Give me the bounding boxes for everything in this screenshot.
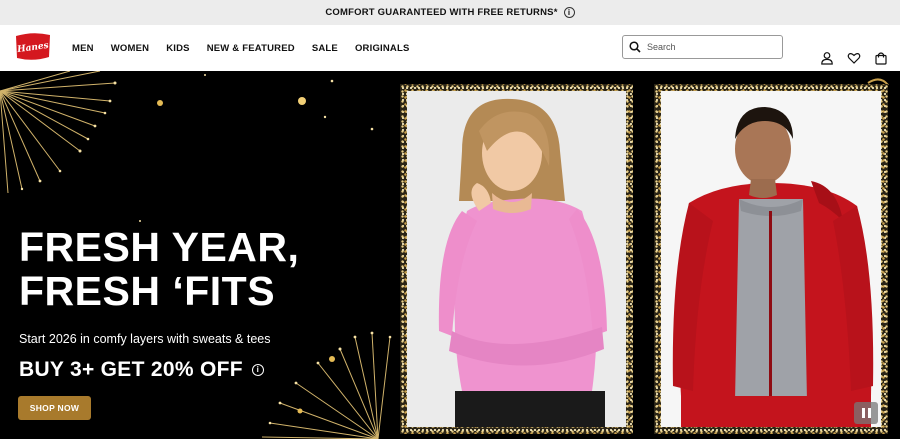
- hero-title-line1: FRESH YEAR,: [19, 224, 300, 270]
- model-photo-pink-sweatshirt: [407, 91, 626, 427]
- nav-sale[interactable]: SALE: [312, 43, 338, 54]
- product-photo-frame-men[interactable]: [654, 84, 888, 434]
- offer-info-icon[interactable]: i: [251, 364, 264, 376]
- main-nav: MEN WOMEN KIDS NEW & FEATURED SALE ORIGI…: [72, 25, 410, 71]
- cart-bag-icon[interactable]: [874, 51, 888, 65]
- hanes-logo[interactable]: Hanes: [13, 31, 53, 62]
- hero-title-line2: FRESH ‘FITS: [19, 268, 276, 314]
- promo-text: COMFORT GUARANTEED WITH FREE RETURNS*: [325, 7, 558, 18]
- model-red-hoodie-image: [661, 91, 881, 427]
- hero-banner[interactable]: FRESH YEAR, FRESH ‘FITS Start 2026 in co…: [0, 71, 900, 439]
- pause-icon-bar: [867, 408, 871, 418]
- hero-subtitle: Start 2026 in comfy layers with sweats &…: [19, 332, 271, 346]
- product-photo-frame-women[interactable]: [400, 84, 633, 434]
- hero-offer: BUY 3+ GET 20% OFF i: [19, 358, 264, 382]
- site-header: Hanes MEN WOMEN KIDS NEW & FEATURED SALE…: [0, 25, 900, 71]
- search-box[interactable]: [622, 35, 783, 59]
- nav-new-featured[interactable]: NEW & FEATURED: [207, 43, 295, 54]
- search-input[interactable]: [647, 42, 767, 52]
- model-photo-red-hoodie: [661, 91, 881, 427]
- nav-women[interactable]: WOMEN: [111, 43, 149, 54]
- search-icon: [629, 41, 641, 53]
- promo-info-icon[interactable]: i: [563, 7, 575, 18]
- nav-originals[interactable]: ORIGINALS: [355, 43, 410, 54]
- pause-icon-bar: [861, 408, 865, 418]
- offer-text: BUY 3+ GET 20% OFF: [19, 358, 243, 381]
- account-icon[interactable]: [820, 51, 834, 65]
- nav-kids[interactable]: KIDS: [166, 43, 190, 54]
- model-pink-sweatshirt-image: [407, 91, 626, 427]
- nav-men[interactable]: MEN: [72, 43, 94, 54]
- promo-bar: COMFORT GUARANTEED WITH FREE RETURNS* i: [0, 0, 900, 25]
- hero-title: FRESH YEAR, FRESH ‘FITS: [19, 225, 299, 313]
- carousel-pause-button[interactable]: [854, 402, 878, 424]
- shop-now-button[interactable]: SHOP NOW: [18, 396, 91, 420]
- wishlist-heart-icon[interactable]: [847, 51, 861, 65]
